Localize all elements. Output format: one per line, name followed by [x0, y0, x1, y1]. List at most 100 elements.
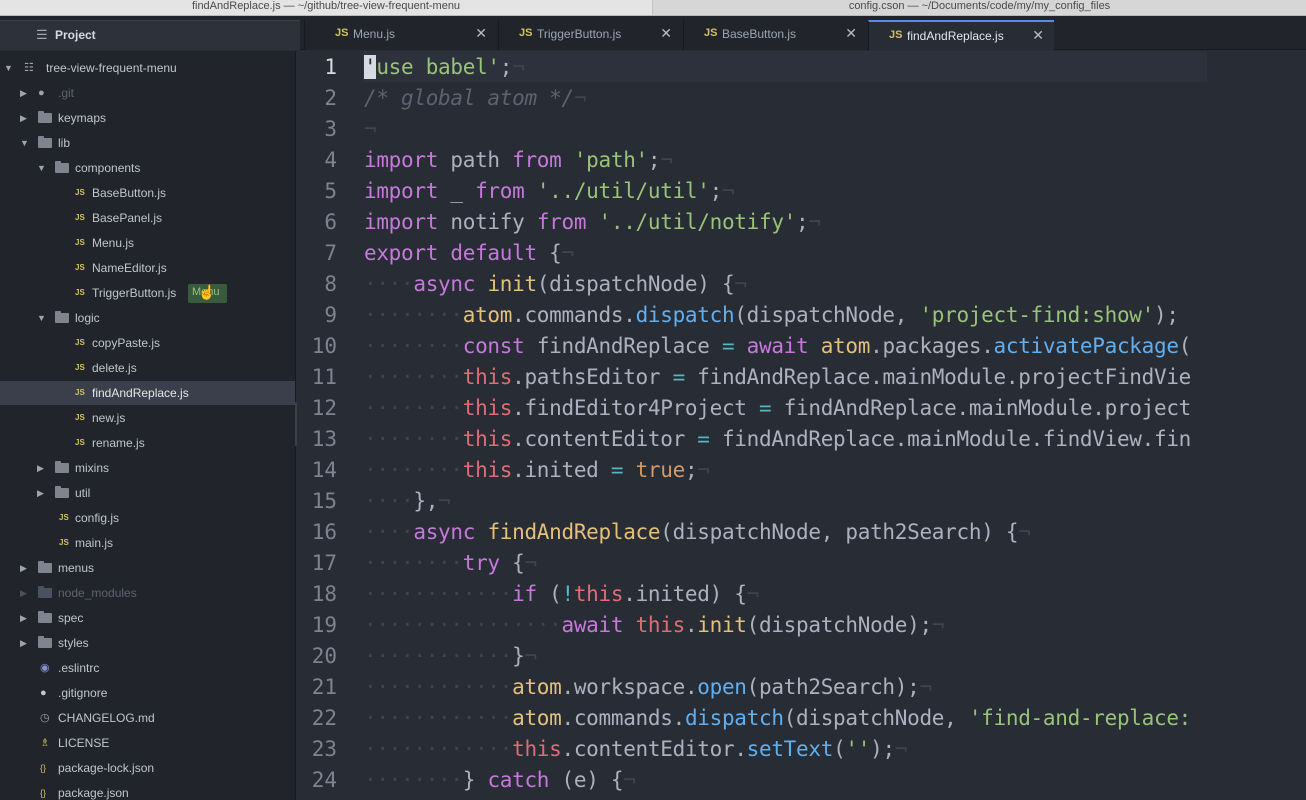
- clock-icon: ◷: [40, 712, 50, 724]
- chevron-right-icon: ▶: [37, 463, 44, 473]
- tree-item-git[interactable]: ▶ ● .git: [0, 81, 295, 105]
- tree-item-mixins[interactable]: ▶ mixins: [0, 456, 295, 480]
- chevron-right-icon: ▶: [20, 113, 27, 123]
- tree-item-spec[interactable]: ▶ spec: [0, 606, 295, 630]
- tab-project[interactable]: ☰ Project: [0, 20, 300, 50]
- tree-item-new[interactable]: JS new.js: [0, 406, 295, 430]
- tree-item-main[interactable]: JS main.js: [0, 531, 295, 555]
- tree-item-package-lock[interactable]: {} package-lock.json: [0, 756, 295, 780]
- tree-item-license[interactable]: ♗ LICENSE: [0, 731, 295, 755]
- github-icon: ●: [40, 687, 47, 699]
- tab-basebutton-js[interactable]: JS BaseButton.js ✕: [683, 20, 867, 50]
- chevron-right-icon: ▶: [20, 638, 27, 648]
- tree-item-util[interactable]: ▶ util: [0, 481, 295, 505]
- tree-item-basepanel[interactable]: JS BasePanel.js: [0, 206, 295, 230]
- js-file-icon: JS: [75, 238, 85, 247]
- tree-item-delete[interactable]: JS delete.js: [0, 356, 295, 380]
- chevron-right-icon: ▶: [20, 563, 27, 573]
- code-line[interactable]: import path from 'path';¬: [364, 145, 673, 176]
- folder-icon: [38, 106, 52, 131]
- folder-icon: [38, 606, 52, 631]
- window-title-right[interactable]: config.cson — ~/Documents/code/my/my_con…: [652, 0, 1306, 16]
- close-icon[interactable]: ✕: [845, 25, 857, 42]
- js-file-icon: JS: [704, 27, 718, 39]
- line-number: 19: [311, 613, 337, 637]
- code-line[interactable]: ················await this.init(dispatch…: [364, 610, 944, 641]
- close-icon[interactable]: ✕: [475, 25, 487, 42]
- line-number: 4: [324, 148, 337, 172]
- js-file-icon: JS: [75, 213, 85, 222]
- line-number: 15: [311, 489, 337, 513]
- code-line[interactable]: ········this.findEditor4Project = findAn…: [364, 393, 1191, 424]
- tree-item-components[interactable]: ▼ components: [0, 156, 295, 180]
- code-line[interactable]: ········} catch (e) {¬: [364, 765, 636, 796]
- chevron-down-icon: ▼: [20, 138, 29, 148]
- tree-item-package[interactable]: {} package.json: [0, 781, 295, 800]
- folder-icon: [38, 631, 52, 656]
- code-line[interactable]: ············if (!this.inited) {¬: [364, 579, 759, 610]
- line-number: 5: [324, 179, 337, 203]
- code-editor[interactable]: 1 2 3 4 5 6 7 8 9 10 11 12 13 14 15 16 17 18 19 20 21 22 23 24 …: [297, 51, 1306, 800]
- tree-root[interactable]: ▼ ☷ tree-view-frequent-menu: [0, 56, 295, 80]
- code-line[interactable]: ········this.pathsEditor = findAndReplac…: [364, 362, 1191, 393]
- tree-item-lib[interactable]: ▼ lib: [0, 131, 295, 155]
- code-line[interactable]: import _ from '../util/util';¬: [364, 176, 735, 207]
- tree-item-menu[interactable]: JS Menu.js: [0, 231, 295, 255]
- code-line[interactable]: /* global atom */¬: [364, 83, 586, 114]
- tree-item-keymaps[interactable]: ▶ keymaps: [0, 106, 295, 130]
- code-line[interactable]: ············atom.workspace.open(path2Sea…: [364, 672, 932, 703]
- code-line[interactable]: ········const findAndReplace = await ato…: [364, 331, 1191, 362]
- license-icon: ♗: [40, 737, 50, 749]
- tree-item-menus[interactable]: ▶ menus: [0, 556, 295, 580]
- code-lines[interactable]: 'use babel';¬/* global atom */¬ ¬ import p…: [364, 51, 1207, 800]
- tree-item-eslintrc[interactable]: ◉ .eslintrc: [0, 656, 295, 680]
- close-icon[interactable]: ✕: [660, 25, 672, 42]
- code-line[interactable]: ············this.contentEditor.setText('…: [364, 734, 907, 765]
- code-line[interactable]: ¬: [364, 114, 377, 145]
- tree-item-gitignore[interactable]: ● .gitignore: [0, 681, 295, 705]
- js-file-icon: JS: [75, 338, 85, 347]
- code-line[interactable]: ····async init(dispatchNode) {¬: [364, 269, 747, 300]
- window-title-left[interactable]: findAndReplace.js — ~/github/tree-view-f…: [0, 0, 652, 16]
- tree-item-basebutton[interactable]: JS BaseButton.js: [0, 181, 295, 205]
- tab-label: Menu.js: [353, 27, 396, 41]
- tab-triggerbutton-js[interactable]: JS TriggerButton.js ✕: [498, 20, 682, 50]
- tree-item-copypaste[interactable]: JS copyPaste.js: [0, 331, 295, 355]
- tree-item-logic[interactable]: ▼ logic: [0, 306, 295, 330]
- code-line[interactable]: ············atom.commands.dispatch(dispa…: [364, 703, 1191, 734]
- js-file-icon: JS: [75, 288, 85, 297]
- tree-item-config[interactable]: JS config.js: [0, 506, 295, 530]
- tree-item-changelog[interactable]: ◷ CHANGELOG.md: [0, 706, 295, 730]
- code-line[interactable]: ····},¬: [364, 486, 451, 517]
- chevron-down-icon: ▼: [37, 313, 46, 323]
- tree-item-node-modules[interactable]: ▶ node_modules: [0, 581, 295, 605]
- line-number: 2: [324, 86, 337, 110]
- line-number: 20: [311, 644, 337, 668]
- chevron-down-icon: ▼: [37, 163, 46, 173]
- line-number: 11: [311, 365, 337, 389]
- tree-item-nameeditor[interactable]: JS NameEditor.js: [0, 256, 295, 280]
- tree-item-rename[interactable]: JS rename.js: [0, 431, 295, 455]
- tree-item-triggerbutton[interactable]: JS TriggerButton.js: [0, 281, 295, 305]
- chevron-right-icon: ▶: [20, 613, 27, 623]
- code-line[interactable]: ········this.contentEditor = findAndRepl…: [364, 424, 1191, 455]
- code-line[interactable]: ········this.inited = true;¬: [364, 455, 710, 486]
- code-line[interactable]: import notify from '../util/notify';¬: [364, 207, 821, 238]
- tree-item-styles[interactable]: ▶ styles: [0, 631, 295, 655]
- code-line[interactable]: ········atom.commands.dispatch(dispatchN…: [364, 300, 1179, 331]
- tab-menu-js[interactable]: JS Menu.js ✕: [304, 20, 497, 50]
- js-file-icon: JS: [889, 29, 903, 41]
- tab-label: BaseButton.js: [722, 27, 797, 41]
- code-line[interactable]: ············}¬: [364, 641, 537, 672]
- tab-label: Project: [55, 28, 96, 42]
- code-line[interactable]: export default {¬: [364, 238, 574, 269]
- close-icon[interactable]: ✕: [1032, 27, 1044, 44]
- code-line[interactable]: 'use babel';¬: [364, 52, 525, 83]
- line-number: 9: [324, 303, 337, 327]
- code-line[interactable]: ····async findAndReplace(dispatchNode, p…: [364, 517, 1031, 548]
- tab-findandreplace-js[interactable]: JS findAndReplace.js ✕: [868, 20, 1054, 50]
- chevron-right-icon: ▶: [20, 88, 27, 98]
- code-line[interactable]: ········try {¬: [364, 548, 537, 579]
- line-number: 7: [324, 241, 337, 265]
- tree-item-findandreplace[interactable]: JS findAndReplace.js: [0, 381, 295, 405]
